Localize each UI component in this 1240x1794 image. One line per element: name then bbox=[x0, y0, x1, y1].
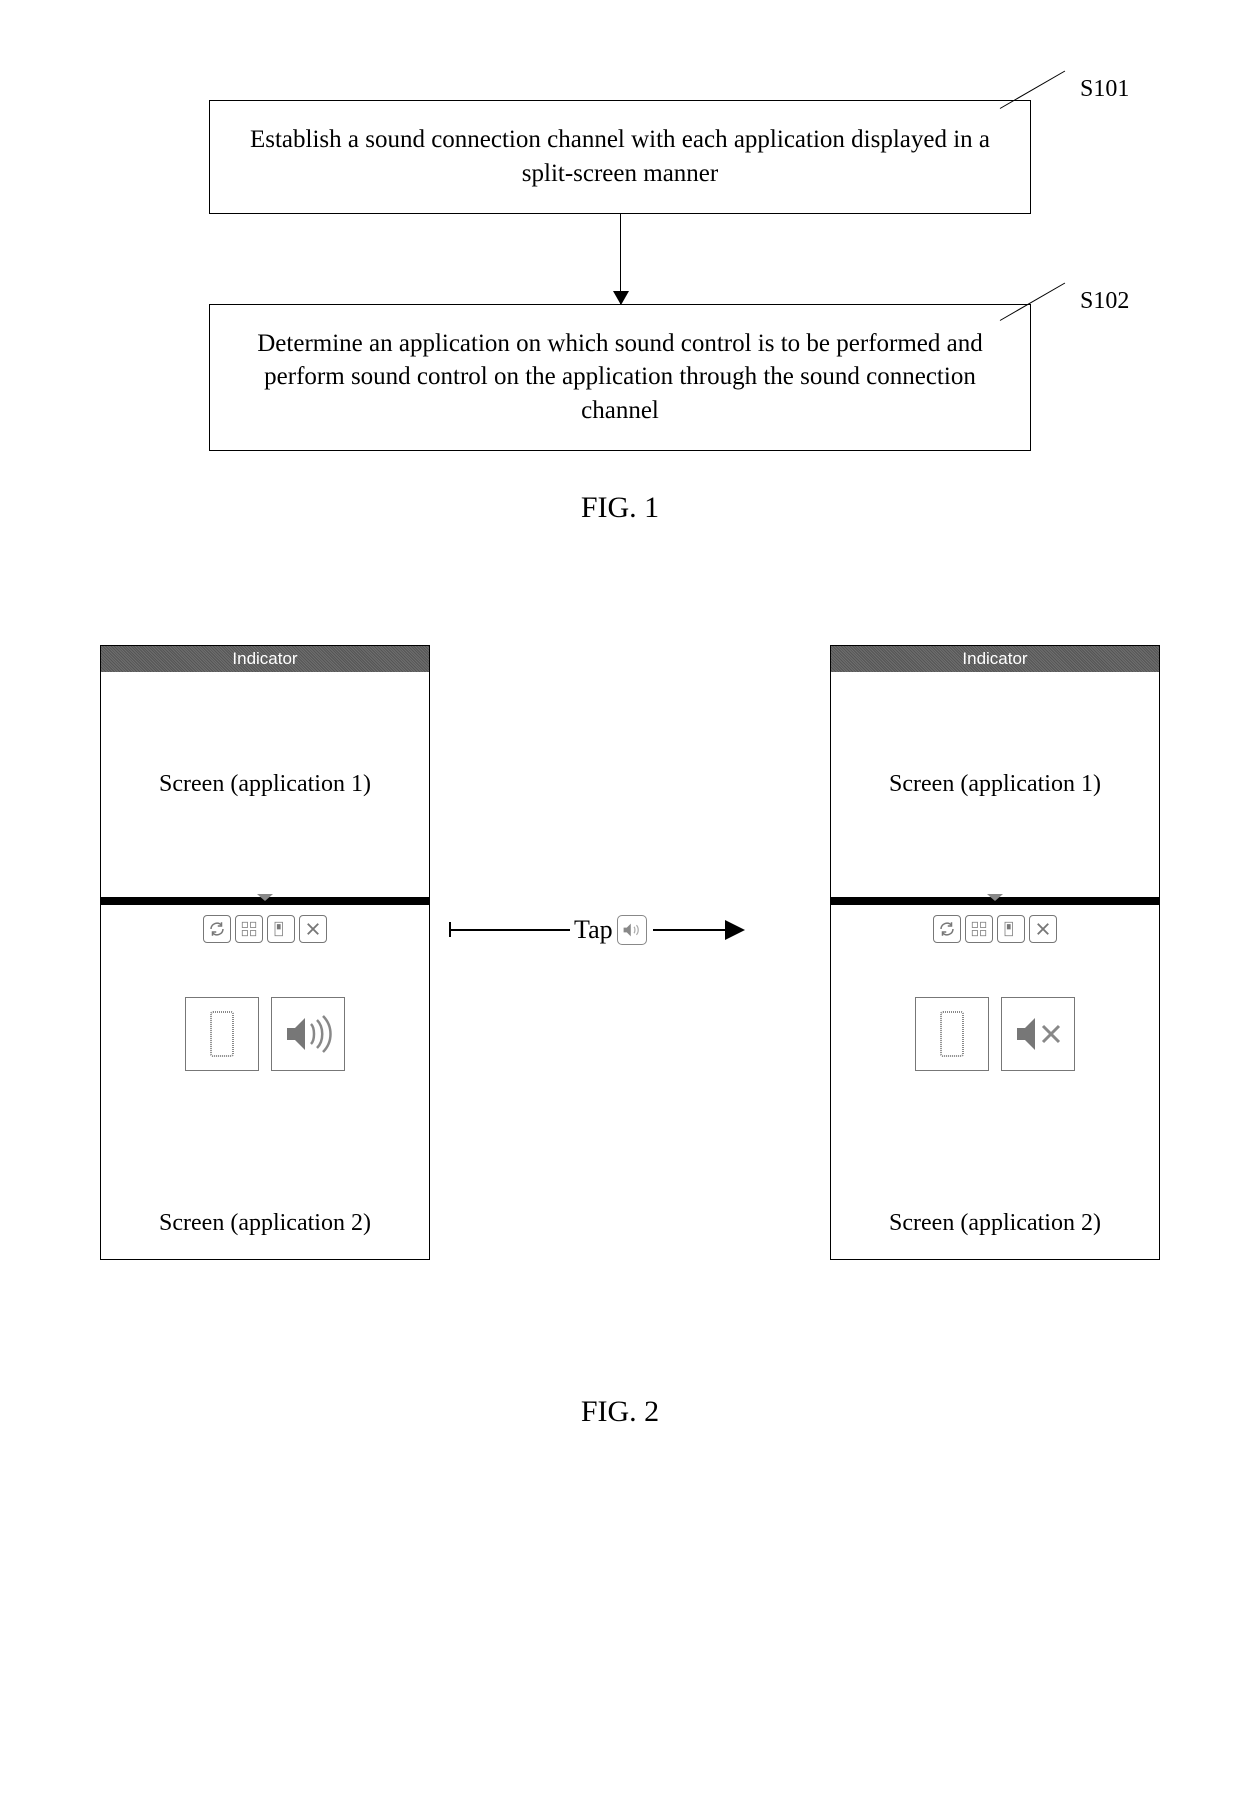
phone-after: Indicator Screen (application 1) bbox=[830, 645, 1160, 1260]
phone-before: Indicator Screen (application 1) bbox=[100, 645, 430, 1260]
split-toolbar bbox=[101, 905, 429, 949]
status-bar: Indicator bbox=[831, 646, 1159, 672]
arrow-line bbox=[450, 929, 570, 931]
sound-icon bbox=[617, 915, 647, 945]
arrow-down-icon bbox=[620, 214, 621, 304]
swap-icon bbox=[203, 915, 231, 943]
label-connector bbox=[1000, 283, 1065, 321]
screen-app2: Screen (application 2) bbox=[831, 997, 1159, 1259]
layout-icon bbox=[267, 915, 295, 943]
screen-app2-label: Screen (application 2) bbox=[831, 1210, 1159, 1237]
screen-app1-label: Screen (application 1) bbox=[889, 771, 1101, 798]
close-icon bbox=[1029, 915, 1057, 943]
arrow-right-icon bbox=[653, 929, 743, 931]
screen-app1: Screen (application 1) bbox=[831, 672, 1159, 897]
figure-2-caption: FIG. 2 bbox=[0, 1395, 1240, 1429]
screen-app1: Screen (application 1) bbox=[101, 672, 429, 897]
close-icon bbox=[299, 915, 327, 943]
device-icon bbox=[915, 997, 989, 1071]
figure-1-flowchart: Establish a sound connection channel wit… bbox=[120, 100, 1120, 451]
screen-app2-label: Screen (application 2) bbox=[101, 1210, 429, 1237]
swap-icon bbox=[933, 915, 961, 943]
status-bar: Indicator bbox=[101, 646, 429, 672]
flow-box-text: Establish a sound connection channel wit… bbox=[250, 126, 990, 187]
split-divider bbox=[831, 897, 1159, 905]
sound-on-icon bbox=[271, 997, 345, 1071]
layout-icon bbox=[997, 915, 1025, 943]
flow-box-text: Determine an application on which sound … bbox=[257, 330, 983, 425]
sound-muted-icon bbox=[1001, 997, 1075, 1071]
figure-1-caption: FIG. 1 bbox=[0, 491, 1240, 525]
screen-app2: Screen (application 2) bbox=[101, 997, 429, 1259]
grid-icon bbox=[235, 915, 263, 943]
device-icon bbox=[185, 997, 259, 1071]
flow-label-s101: S101 bbox=[1080, 76, 1129, 103]
flow-box-s101: Establish a sound connection channel wit… bbox=[209, 100, 1031, 214]
flow-label-s102: S102 bbox=[1080, 288, 1129, 315]
split-divider bbox=[101, 897, 429, 905]
label-connector bbox=[1000, 71, 1065, 109]
grid-icon bbox=[965, 915, 993, 943]
screen-app1-label: Screen (application 1) bbox=[159, 771, 371, 798]
split-toolbar bbox=[831, 905, 1159, 949]
tap-transition: Tap bbox=[450, 915, 820, 945]
flow-box-s102: Determine an application on which sound … bbox=[209, 304, 1031, 451]
figure-2-diagram: Indicator Screen (application 1) bbox=[70, 645, 1170, 1285]
tap-label: Tap bbox=[570, 915, 617, 945]
